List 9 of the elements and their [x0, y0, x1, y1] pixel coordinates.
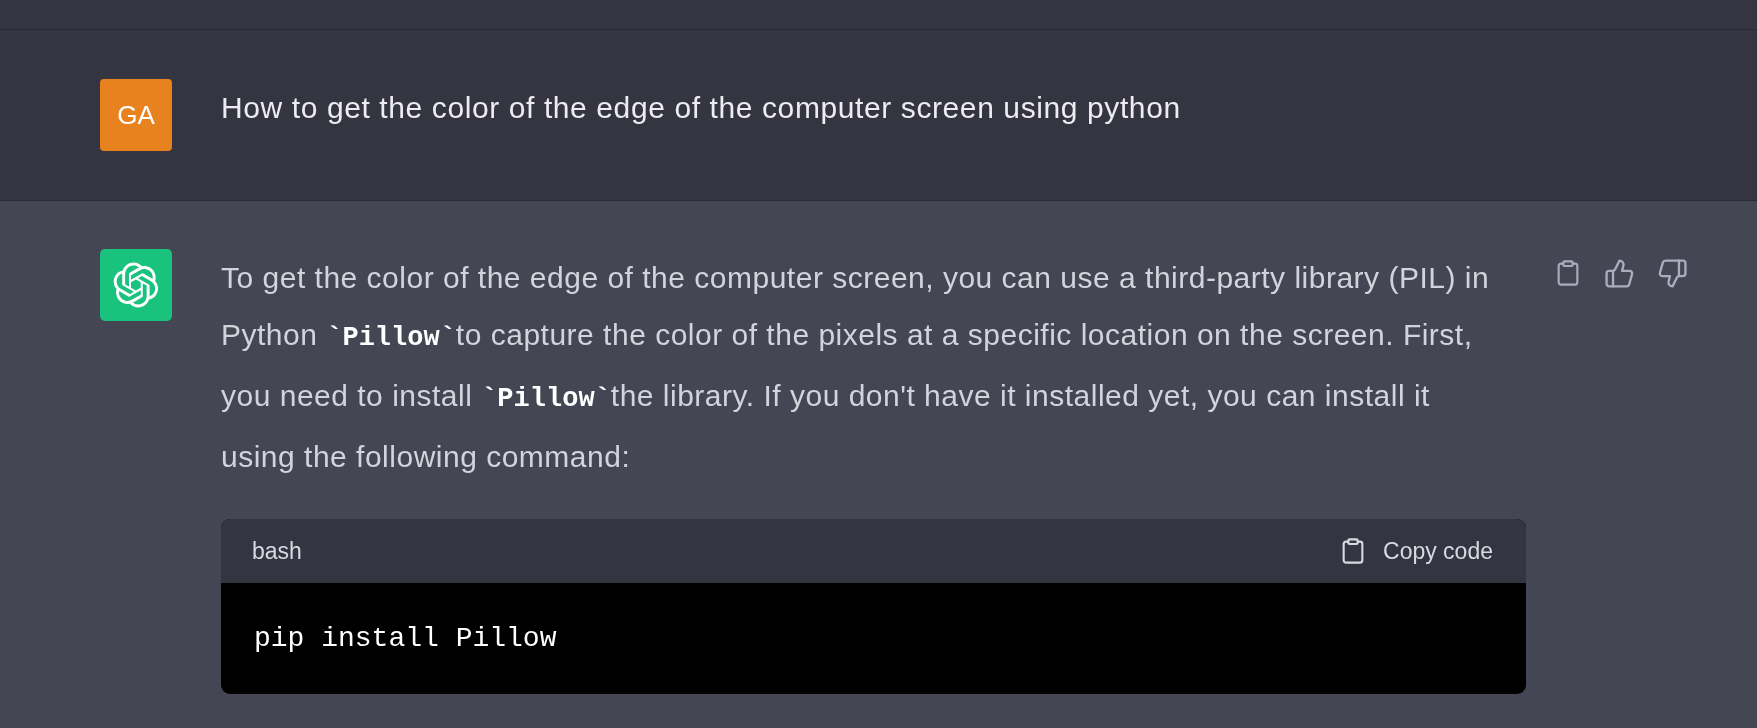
- copy-code-button[interactable]: Copy code: [1339, 533, 1493, 569]
- thumbs-down-icon[interactable]: [1657, 257, 1688, 289]
- logo-icon: [100, 249, 172, 321]
- answer-paragraph: To get the color of the edge of the computer screen, you can use a third-party library (PIL) in Python `Pillow`to capture the color of the pixels at a specific location on the screen. First, you need to install `Pillow`the library. If you don't have it installed yet, you can install it using the following command:: [221, 260, 1490, 475]
- thumbs-up-icon[interactable]: [1604, 257, 1635, 289]
- user-avatar: GA: [100, 79, 172, 151]
- code-text: pip install Pillow: [254, 621, 557, 656]
- code-language-label: bash: [252, 536, 302, 566]
- user-message-text: How to get the color of the edge of the computer screen using python: [221, 90, 1181, 126]
